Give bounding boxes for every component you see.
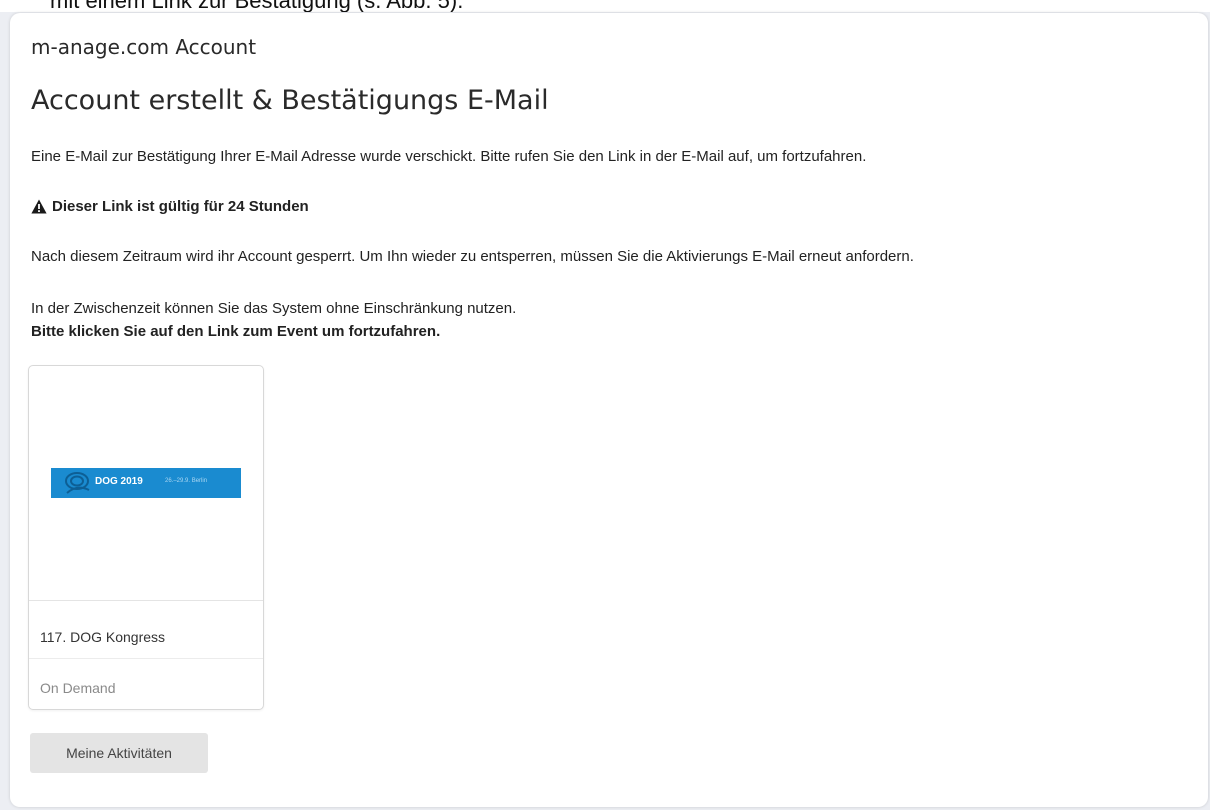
- clipped-document-text: mit einem Link zur Bestätigung (s. Abb. …: [0, 0, 1210, 12]
- account-card: m-anage.com Account Account erstellt & B…: [10, 13, 1208, 807]
- banner-subtitle: 26.–29.9. Berlin: [165, 478, 208, 484]
- warning-text: Dieser Link ist gültig für 24 Stunden: [52, 198, 309, 215]
- dog-swirl-logo-icon: [65, 472, 90, 494]
- event-status: On Demand: [40, 680, 116, 696]
- intro-text: Eine E-Mail zur Bestätigung Ihrer E-Mail…: [31, 148, 867, 165]
- warning-notice: Dieser Link ist gültig für 24 Stunden: [31, 198, 309, 215]
- my-activities-button[interactable]: Meine Aktivitäten: [30, 733, 208, 773]
- app-title: m-anage.com Account: [31, 35, 257, 59]
- event-card[interactable]: DOG 2019 26.–29.9. Berlin 117. DOG Kongr…: [28, 365, 264, 710]
- clipped-text: mit einem Link zur Bestätigung (s. Abb. …: [50, 0, 463, 12]
- page-title: Account erstellt & Bestätigungs E-Mail: [31, 85, 549, 116]
- event-banner: DOG 2019 26.–29.9. Berlin: [51, 468, 241, 498]
- instruction-text: Bitte klicken Sie auf den Link zum Event…: [31, 323, 441, 340]
- meantime-text: In der Zwischenzeit können Sie das Syste…: [31, 300, 517, 317]
- lock-notice-text: Nach diesem Zeitraum wird ihr Account ge…: [31, 248, 914, 265]
- banner-title: DOG 2019: [95, 476, 143, 487]
- warning-triangle-icon: [31, 199, 47, 214]
- event-image: DOG 2019 26.–29.9. Berlin: [29, 366, 263, 601]
- event-name: 117. DOG Kongress: [29, 601, 263, 659]
